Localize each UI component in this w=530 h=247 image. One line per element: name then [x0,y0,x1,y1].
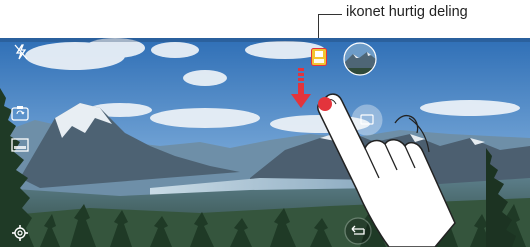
flash-off-icon[interactable] [14,44,28,65]
switch-camera-icon[interactable] [11,105,29,126]
gallery-preview-thumbnail[interactable] [343,42,377,81]
camera-preview[interactable] [0,38,530,247]
callout-label: ikonet hurtig deling [346,4,468,20]
callout-leader-line [318,14,342,15]
gear-icon[interactable] [11,224,29,247]
screenshot: ikonet hurtig deling [0,0,530,247]
gallery-thumbnail-icon[interactable] [11,138,29,157]
hand-gesture-illustration [305,78,465,247]
quick-share-icon[interactable] [311,48,327,71]
